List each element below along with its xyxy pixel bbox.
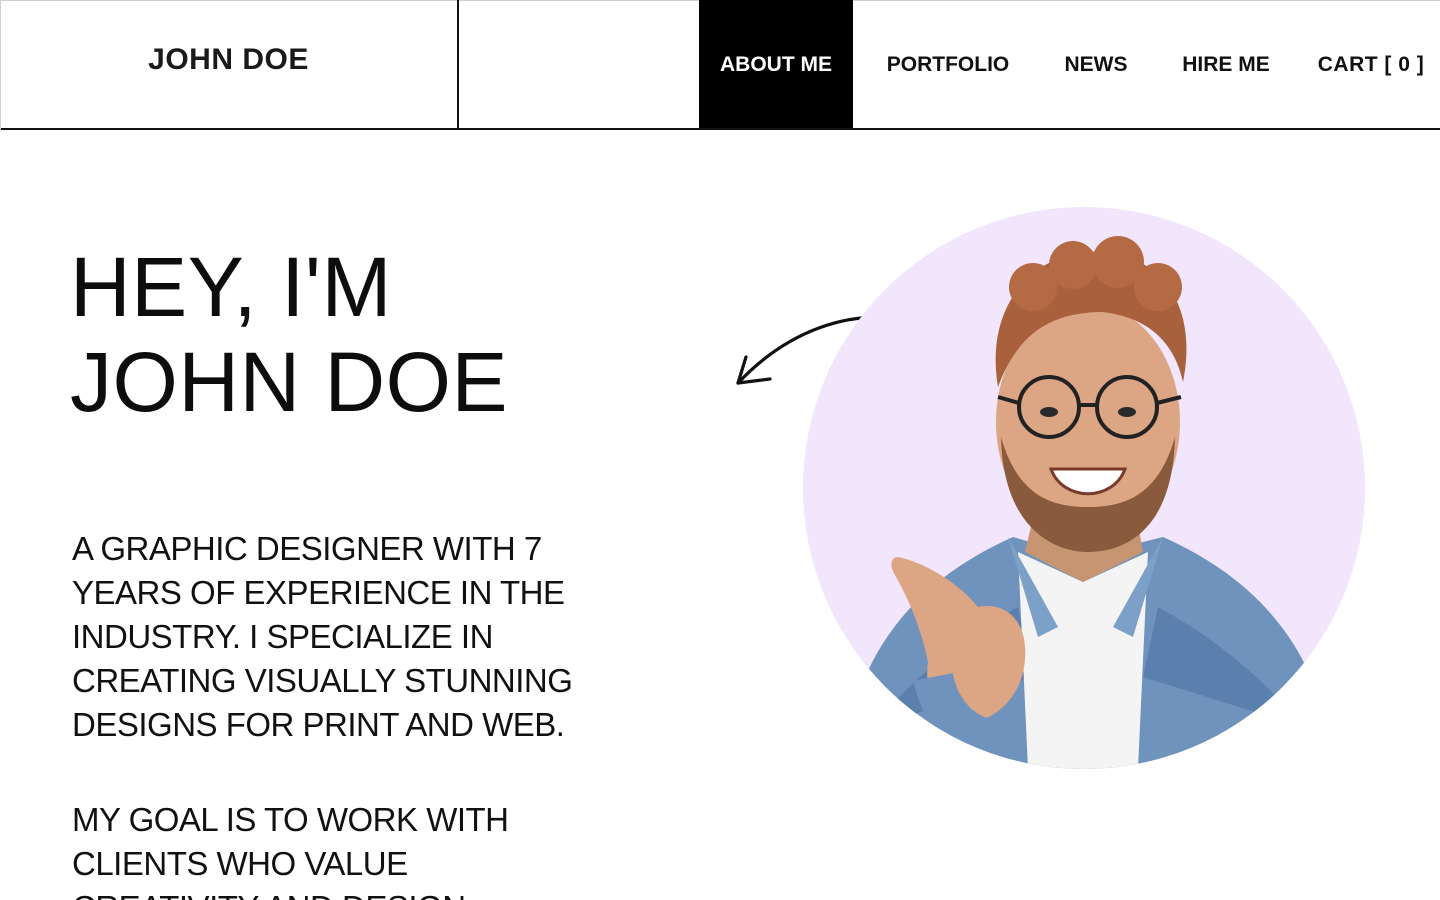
portrait-illustration (803, 207, 1365, 769)
nav-about-me[interactable]: ABOUT ME (699, 0, 853, 128)
nav-news[interactable]: NEWS (1043, 0, 1149, 128)
nav-portfolio[interactable]: PORTFOLIO (853, 0, 1043, 128)
profile-photo (803, 207, 1365, 769)
goal-paragraph: MY GOAL IS TO WORK WITH CLIENTS WHO VALU… (72, 801, 509, 900)
hero-title-line-1: HEY, I'M (70, 240, 392, 334)
main-nav: ABOUT ME PORTFOLIO NEWS HIRE ME CART [ 0… (699, 0, 1439, 128)
brand-logo[interactable]: JOHN DOE (0, 0, 459, 128)
hero-title: HEY, I'M JOHN DOE (70, 240, 508, 430)
intro-paragraph: A GRAPHIC DESIGNER WITH 7 YEARS OF EXPER… (72, 530, 573, 743)
page: JOHN DOE ABOUT ME PORTFOLIO NEWS HIRE ME… (0, 0, 1440, 900)
brand-name[interactable]: JOHN DOE (148, 43, 309, 77)
hero-title-line-2: JOHN DOE (70, 335, 509, 429)
nav-hire-me[interactable]: HIRE ME (1149, 0, 1303, 128)
nav-cart[interactable]: CART [ 0 ] (1303, 0, 1439, 128)
site-header: JOHN DOE ABOUT ME PORTFOLIO NEWS HIRE ME… (0, 0, 1440, 130)
